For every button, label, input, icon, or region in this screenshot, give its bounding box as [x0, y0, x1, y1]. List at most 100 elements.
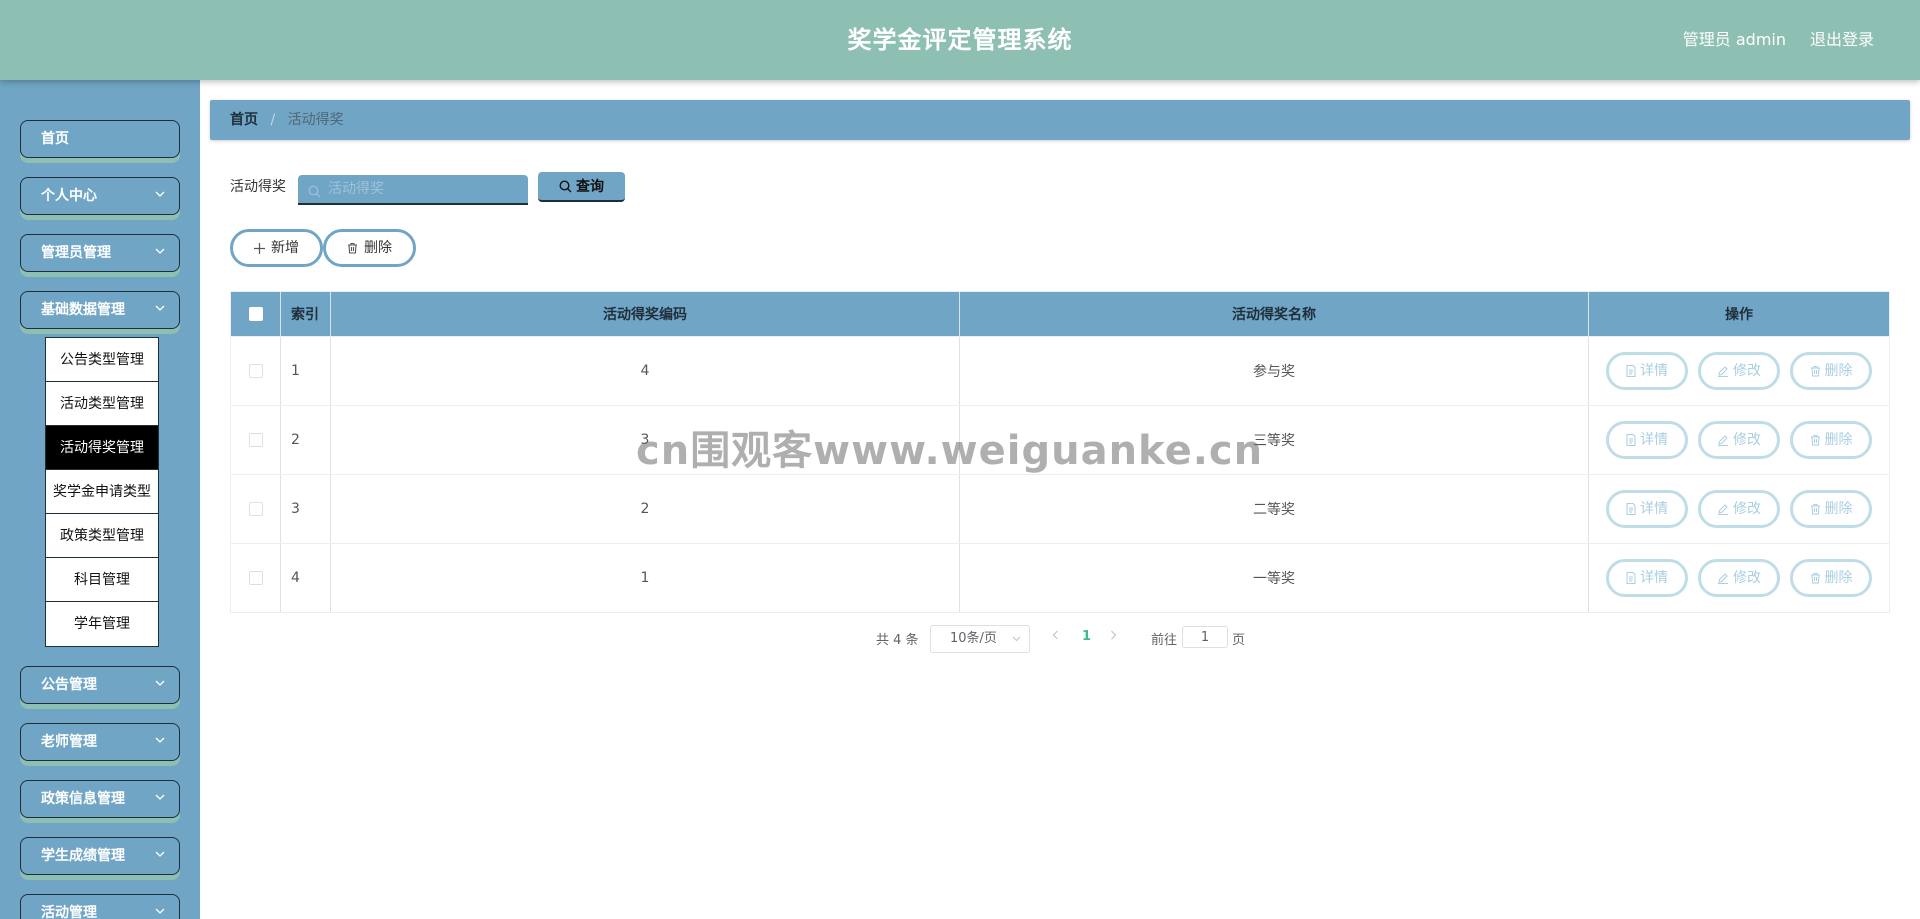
header-name: 活动得奖名称 — [960, 292, 1589, 336]
sidebar-item-label: 政策信息管理 — [41, 791, 125, 807]
cell-ops: 详情 修改 删除 — [1589, 544, 1889, 612]
row-select-cell — [231, 544, 281, 612]
add-button-label: 新增 — [271, 240, 299, 256]
detail-label: 详情 — [1640, 363, 1668, 379]
select-all-checkbox[interactable] — [248, 307, 263, 321]
sidebar-item-personal-center[interactable]: 个人中心 — [20, 177, 180, 215]
document-icon — [1626, 570, 1640, 586]
edit-label: 修改 — [1733, 570, 1761, 586]
detail-button[interactable]: 详情 — [1606, 490, 1688, 528]
chevron-down-icon — [155, 724, 167, 760]
delete-button[interactable]: 删除 — [1790, 352, 1872, 390]
page-number[interactable]: 1 — [1082, 629, 1091, 644]
chevron-down-icon — [155, 667, 167, 703]
chevron-down-icon — [155, 292, 167, 328]
sidebar-item-basic-data[interactable]: 基础数据管理 — [20, 291, 180, 329]
sidebar-item-activity[interactable]: 活动管理 — [20, 894, 180, 919]
sidebar-item-teacher[interactable]: 老师管理 — [20, 723, 180, 761]
add-button[interactable]: 新增 — [230, 229, 323, 267]
trash-icon — [347, 240, 364, 256]
cell-name: 二等奖 — [960, 475, 1589, 543]
chevron-down-icon — [155, 235, 167, 271]
chevron-down-icon — [155, 178, 167, 214]
edit-button[interactable]: 修改 — [1698, 421, 1780, 459]
search-input[interactable] — [328, 175, 518, 203]
cell-index: 4 — [281, 544, 331, 612]
batch-delete-button[interactable]: 删除 — [323, 229, 416, 267]
chevron-down-icon — [155, 838, 167, 874]
trash-icon — [1810, 432, 1825, 448]
edit-button[interactable]: 修改 — [1698, 559, 1780, 597]
detail-button[interactable]: 详情 — [1606, 559, 1688, 597]
submenu-item-scholarship-type[interactable]: 奖学金申请类型 — [46, 470, 158, 514]
goto-label: 前往 — [1151, 633, 1178, 648]
edit-button[interactable]: 修改 — [1698, 490, 1780, 528]
page-size-value: 10条/页 — [950, 631, 997, 646]
search-button-label: 查询 — [576, 179, 604, 195]
delete-label: 删除 — [1824, 432, 1853, 448]
edit-label: 修改 — [1733, 432, 1761, 448]
trash-icon — [1810, 570, 1825, 586]
submenu-item-policy-type[interactable]: 政策类型管理 — [46, 514, 158, 558]
header-index: 索引 — [281, 292, 331, 336]
search-field[interactable] — [298, 175, 528, 205]
submenu-item-activity-award[interactable]: 活动得奖管理 — [46, 426, 158, 470]
search-button[interactable]: 查询 — [538, 172, 625, 202]
goto-unit: 页 — [1232, 633, 1246, 648]
page-size-select[interactable]: 10条/页 — [930, 625, 1030, 653]
breadcrumb-home[interactable]: 首页 — [230, 112, 258, 128]
submenu-item-notice-type[interactable]: 公告类型管理 — [46, 338, 158, 382]
prev-page-button[interactable] — [1052, 629, 1059, 644]
breadcrumb: 首页 / 活动得奖 — [210, 100, 1910, 140]
submenu-item-subject[interactable]: 科目管理 — [46, 558, 158, 602]
edit-icon — [1717, 432, 1733, 448]
edit-icon — [1717, 501, 1733, 517]
delete-button[interactable]: 删除 — [1790, 559, 1872, 597]
logout-button[interactable]: 退出登录 — [1810, 0, 1874, 80]
cell-code: 4 — [331, 337, 960, 405]
detail-label: 详情 — [1640, 570, 1668, 586]
trash-icon — [1810, 363, 1825, 379]
table-row: 3 2 二等奖 详情 修改 删除 — [231, 474, 1889, 543]
cell-ops: 详情 修改 删除 — [1589, 337, 1889, 405]
detail-button[interactable]: 详情 — [1606, 352, 1688, 390]
edit-label: 修改 — [1733, 501, 1761, 517]
row-checkbox[interactable] — [248, 364, 263, 378]
delete-label: 删除 — [1824, 363, 1853, 379]
row-select-cell — [231, 337, 281, 405]
app-title: 奖学金评定管理系统 — [847, 26, 1073, 54]
detail-button[interactable]: 详情 — [1606, 421, 1688, 459]
current-user: 管理员 admin — [1682, 30, 1786, 49]
chevron-down-icon — [155, 781, 167, 817]
delete-button[interactable]: 删除 — [1790, 490, 1872, 528]
cell-code: 2 — [331, 475, 960, 543]
row-select-cell — [231, 406, 281, 474]
document-icon — [1626, 432, 1640, 448]
edit-button[interactable]: 修改 — [1698, 352, 1780, 390]
row-checkbox[interactable] — [248, 433, 263, 447]
goto-page-input[interactable] — [1182, 626, 1228, 648]
submenu-basic-data: 公告类型管理 活动类型管理 活动得奖管理 奖学金申请类型 政策类型管理 科目管理… — [45, 337, 159, 647]
search-icon — [308, 183, 321, 202]
sidebar-item-student-score[interactable]: 学生成绩管理 — [20, 837, 180, 875]
cell-code: 3 — [331, 406, 960, 474]
table-row: 1 4 参与奖 详情 修改 删除 — [231, 336, 1889, 405]
header-ops: 操作 — [1725, 307, 1753, 323]
next-page-button[interactable] — [1110, 629, 1117, 644]
sidebar-item-policy-info[interactable]: 政策信息管理 — [20, 780, 180, 818]
edit-icon — [1717, 570, 1733, 586]
header-code: 活动得奖编码 — [331, 292, 960, 336]
row-checkbox[interactable] — [248, 502, 263, 516]
breadcrumb-current: 活动得奖 — [287, 112, 344, 128]
sidebar-item-notice[interactable]: 公告管理 — [20, 666, 180, 704]
trash-icon — [1810, 501, 1825, 517]
sidebar-item-label: 首页 — [41, 131, 69, 147]
cell-ops: 详情 修改 删除 — [1589, 475, 1889, 543]
sidebar-item-home[interactable]: 首页 — [20, 120, 180, 158]
sidebar-item-admin-management[interactable]: 管理员管理 — [20, 234, 180, 272]
delete-button[interactable]: 删除 — [1790, 421, 1872, 459]
sidebar-item-label: 老师管理 — [41, 734, 97, 750]
row-checkbox[interactable] — [248, 571, 263, 585]
pagination: 共 4 条 10条/页 1 前往 页 — [0, 623, 1920, 653]
submenu-item-activity-type[interactable]: 活动类型管理 — [46, 382, 158, 426]
